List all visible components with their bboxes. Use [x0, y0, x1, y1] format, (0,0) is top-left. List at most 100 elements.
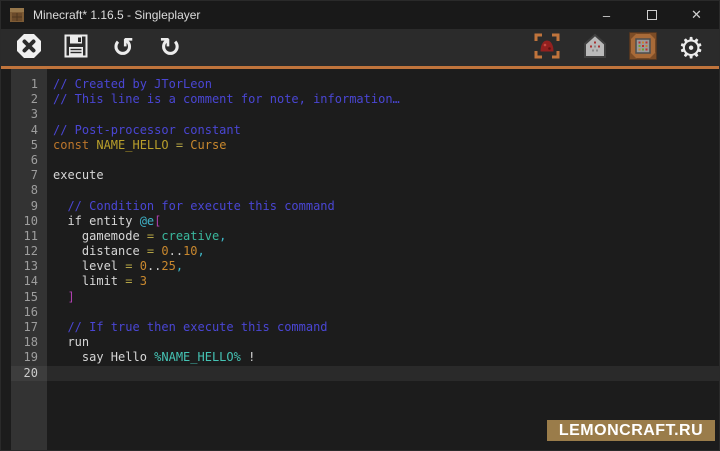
- toolbar-right-group: ⚙: [533, 34, 705, 62]
- line-number: 4: [11, 123, 47, 138]
- code-token-comma: ,: [219, 229, 226, 243]
- app-window: Minecraft* 1.16.5 - Singleplayer – ✕: [0, 0, 720, 451]
- code-token-keyword: const: [53, 138, 96, 152]
- code-token-number: 25: [161, 259, 175, 273]
- code-token-number: 0: [161, 244, 168, 258]
- code-line[interactable]: gamemode = creative,: [47, 229, 719, 244]
- close-icon: ✕: [691, 7, 702, 23]
- code-line[interactable]: const NAME_HELLO = Curse: [47, 138, 719, 153]
- line-number-gutter: 1234567891011121314151617181920: [11, 69, 47, 450]
- code-token-dots: ..: [147, 259, 161, 273]
- code-line[interactable]: run: [47, 335, 719, 350]
- code-token-dots: ..: [169, 244, 183, 258]
- line-number: 11: [11, 229, 47, 244]
- maximize-icon: [647, 10, 657, 20]
- code-token-value: Curse: [190, 138, 226, 152]
- line-number: 1: [11, 77, 47, 92]
- code-token-selector: @e: [140, 214, 154, 228]
- line-number: 14: [11, 274, 47, 289]
- code-line[interactable]: say Hello %NAME_HELLO% !: [47, 350, 719, 365]
- code-line[interactable]: // Condition for execute this command: [47, 199, 719, 214]
- code-line[interactable]: // This line is a comment for note, info…: [47, 92, 719, 107]
- settings-button[interactable]: ⚙: [677, 34, 705, 62]
- toolbar-left-group: ↺ ↻: [15, 34, 184, 62]
- code-line[interactable]: if entity @e[: [47, 214, 719, 229]
- code-token-comma: ,: [176, 259, 183, 273]
- code-line[interactable]: distance = 0..10,: [47, 244, 719, 259]
- line-number: 7: [11, 168, 47, 183]
- code-token-constname: NAME_HELLO: [96, 138, 168, 152]
- code-token-bracket: ]: [53, 290, 75, 304]
- line-number: 13: [11, 259, 47, 274]
- code-line[interactable]: [47, 305, 719, 320]
- code-token-operator: =: [169, 138, 191, 152]
- line-number: 18: [11, 335, 47, 350]
- code-token-operator: =: [125, 274, 139, 288]
- code-token-comment: // Created by JTorLeon: [53, 77, 212, 91]
- home-shield-icon: [583, 33, 607, 63]
- redstone-select-icon: [533, 32, 561, 64]
- code-token-number: 3: [140, 274, 147, 288]
- code-editor[interactable]: 1234567891011121314151617181920 // Creat…: [1, 69, 719, 450]
- line-number: 15: [11, 290, 47, 305]
- code-token-comma: ,: [198, 244, 205, 258]
- code-line[interactable]: ]: [47, 290, 719, 305]
- code-token-operator: =: [147, 244, 161, 258]
- code-line[interactable]: execute: [47, 168, 719, 183]
- line-number: 10: [11, 214, 47, 229]
- code-token-plain: distance: [53, 244, 147, 258]
- code-token-comment: // Condition for execute this command: [53, 199, 335, 213]
- maximize-button[interactable]: [629, 1, 674, 29]
- code-token-plain: run: [53, 335, 89, 349]
- line-number: 5: [11, 138, 47, 153]
- code-line[interactable]: // If true then execute this command: [47, 320, 719, 335]
- code-token-plain: !: [241, 350, 255, 364]
- structure-home-button[interactable]: [581, 34, 609, 62]
- line-number: 9: [11, 199, 47, 214]
- line-number: 3: [11, 107, 47, 122]
- line-number: 12: [11, 244, 47, 259]
- minimize-button[interactable]: –: [584, 1, 629, 29]
- code-token-operator: =: [125, 259, 139, 273]
- window-controls: – ✕: [584, 1, 719, 29]
- code-token-plain: if entity: [53, 214, 140, 228]
- redstone-select-button[interactable]: [533, 34, 561, 62]
- line-number: 2: [11, 92, 47, 107]
- code-line[interactable]: level = 0..25,: [47, 259, 719, 274]
- watermark-badge: LEMONCRAFT.RU: [547, 420, 715, 441]
- module-grid-button[interactable]: [629, 34, 657, 62]
- code-token-plain: say Hello: [53, 350, 154, 364]
- code-token-comment: // This line is a comment for note, info…: [53, 92, 400, 106]
- code-line[interactable]: [47, 107, 719, 122]
- code-line[interactable]: // Created by JTorLeon: [47, 77, 719, 92]
- undo-button[interactable]: ↺: [109, 34, 137, 62]
- code-line[interactable]: [47, 153, 719, 168]
- close-file-button[interactable]: [15, 34, 43, 62]
- close-button[interactable]: ✕: [674, 1, 719, 29]
- line-number: 20: [11, 366, 47, 381]
- redo-button[interactable]: ↻: [156, 34, 184, 62]
- minimize-icon: –: [603, 8, 610, 23]
- window-title: Minecraft* 1.16.5 - Singleplayer: [33, 8, 200, 22]
- code-token-plain: limit: [53, 274, 125, 288]
- code-token-enum: creative: [161, 229, 219, 243]
- code-token-number: 10: [183, 244, 197, 258]
- code-token-plain: level: [53, 259, 125, 273]
- code-line[interactable]: [47, 366, 719, 381]
- code-area[interactable]: // Created by JTorLeon// This line is a …: [47, 69, 719, 450]
- code-token-comment: // Post-processor constant: [53, 123, 241, 137]
- toolbar: ↺ ↻: [1, 29, 719, 66]
- minecraft-block-icon: [9, 7, 25, 23]
- floppy-save-icon: [63, 33, 89, 63]
- save-button[interactable]: [62, 34, 90, 62]
- code-token-operator: =: [147, 229, 161, 243]
- watermark-label: LEMONCRAFT.RU: [559, 422, 703, 440]
- code-line[interactable]: // Post-processor constant: [47, 123, 719, 138]
- redo-icon: ↻: [159, 35, 181, 61]
- code-token-bracket: [: [154, 214, 161, 228]
- code-token-variable: %NAME_HELLO%: [154, 350, 241, 364]
- code-line[interactable]: [47, 183, 719, 198]
- code-line[interactable]: limit = 3: [47, 274, 719, 289]
- line-number: 19: [11, 350, 47, 365]
- code-token-plain: gamemode: [53, 229, 147, 243]
